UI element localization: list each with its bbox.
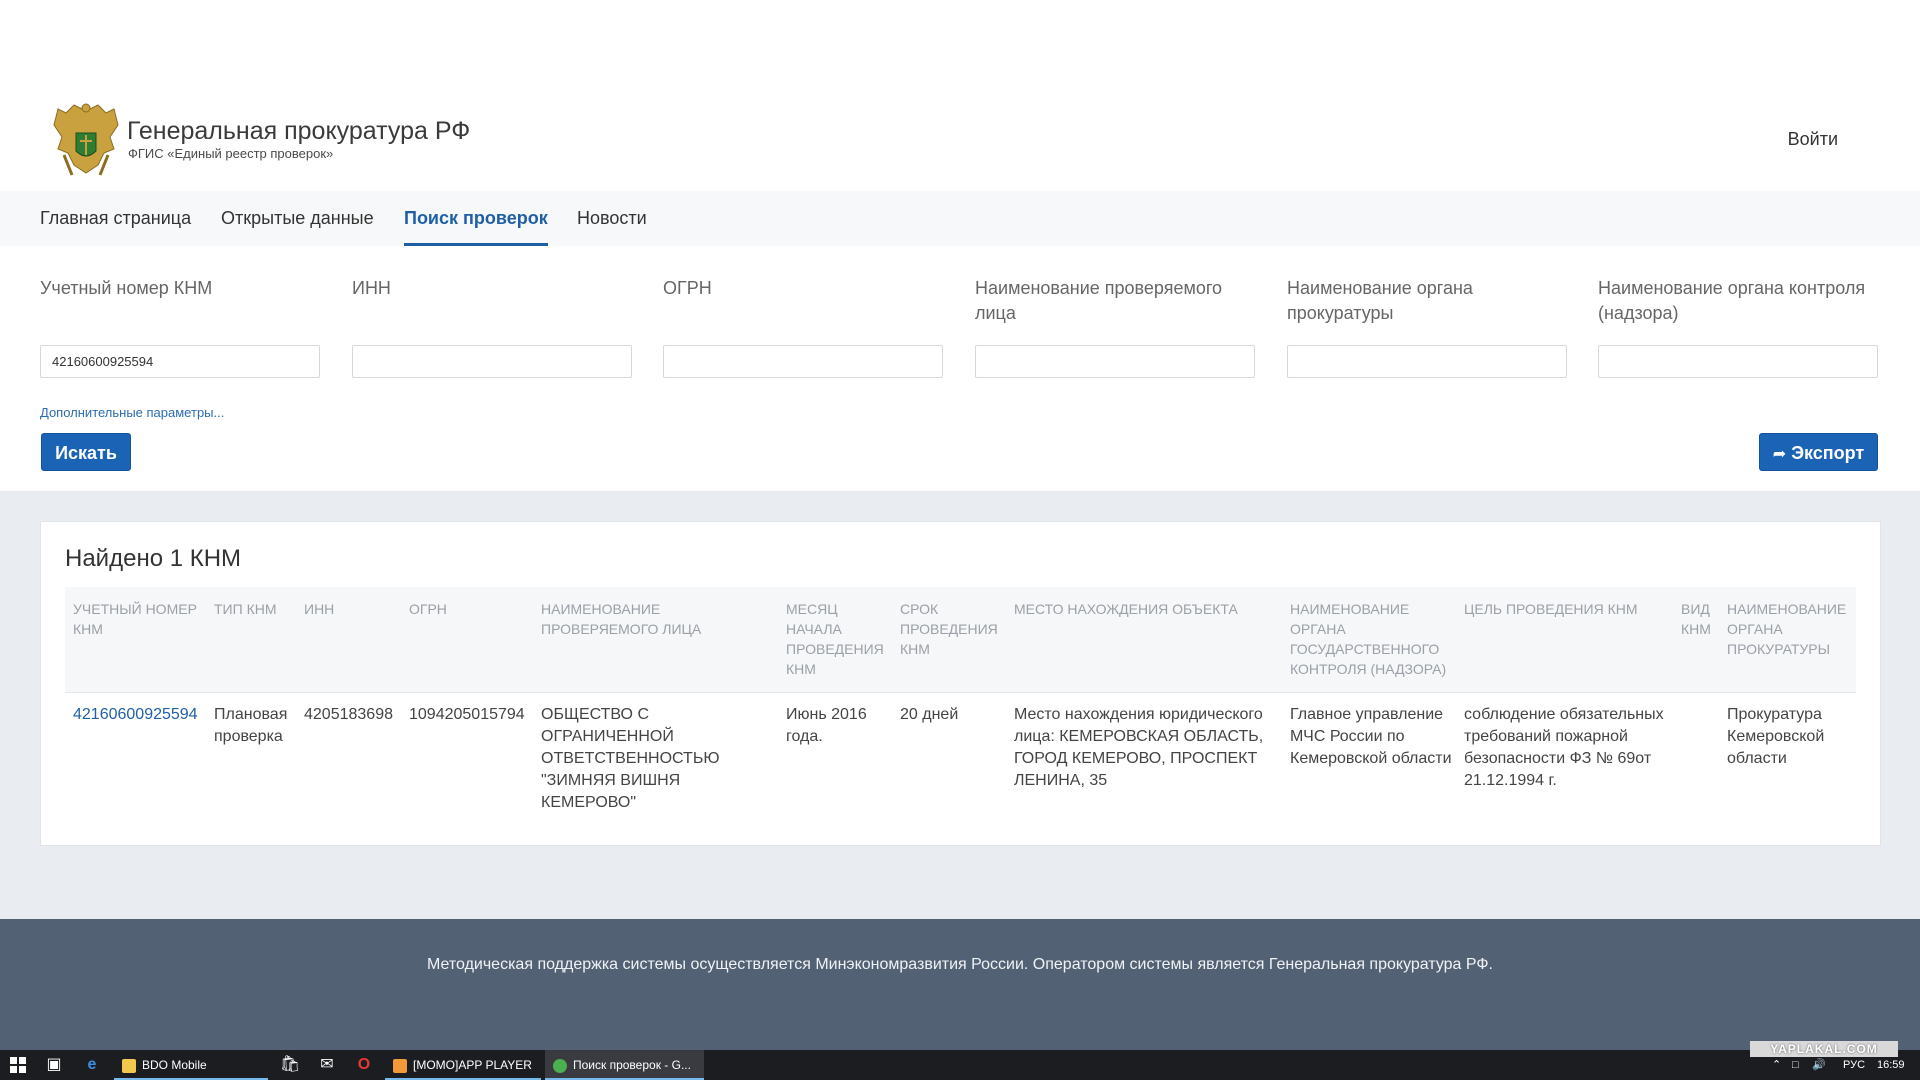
- column-header[interactable]: Цель проведения КНМ: [1464, 599, 1674, 619]
- filter-label-prosecutor-office: Наименование органа прокуратуры: [1287, 278, 1473, 323]
- table-cell: 4205183698: [304, 706, 393, 723]
- filter-label-knm-number: Учетный номер КНМ: [40, 278, 213, 298]
- column-header[interactable]: Место нахождения объекта: [1014, 599, 1274, 619]
- column-header[interactable]: ОГРН: [409, 599, 529, 619]
- column-header[interactable]: Наименование проверяемого лица: [541, 599, 741, 639]
- column-header[interactable]: Месяц начала проведения КНМ: [786, 599, 891, 679]
- site-header: Генеральная прокуратура РФ ФГИС «Единый …: [0, 0, 1920, 191]
- taskbar-task-label: [MOMO]APP PLAYER: [413, 1058, 532, 1072]
- results-count: Найдено 1 КНМ: [65, 545, 242, 572]
- table-cell: Прокуратура Кемеровской области: [1727, 706, 1825, 767]
- brand-subtitle: ФГИС «Единый реестр проверок»: [128, 146, 334, 161]
- extra-params-link[interactable]: Дополнительные параметры...: [40, 405, 224, 420]
- nav-item-open-data[interactable]: Открытые данные: [221, 191, 374, 246]
- column-header[interactable]: Тип КНМ: [214, 599, 294, 619]
- table-cell: Место нахождения юридического лица: КЕМЕ…: [1014, 706, 1264, 789]
- nav-item-home[interactable]: Главная страница: [40, 191, 191, 246]
- entity-name-input[interactable]: [975, 345, 1255, 378]
- table-cell: ОБЩЕСТВО С ОГРАНИЧЕННОЙ ОТВЕТСТВЕННОСТЬЮ…: [541, 706, 720, 811]
- knm-number-link[interactable]: 42160600925594: [73, 704, 203, 726]
- watermark-text: YAPLAKAL.COM: [1750, 1041, 1898, 1057]
- column-header[interactable]: Наименование органа государственного кон…: [1290, 599, 1455, 679]
- login-link[interactable]: Войти: [1788, 129, 1838, 150]
- taskbar-task-chrome[interactable]: Поиск проверок - G...: [545, 1050, 704, 1080]
- inn-input[interactable]: [352, 345, 632, 378]
- filter-label-control-authority: Наименование органа контроля (надзора): [1598, 278, 1866, 323]
- store-icon[interactable]: 🛍: [272, 1050, 308, 1080]
- column-header[interactable]: ИНН: [304, 599, 394, 619]
- mail-icon[interactable]: ✉: [309, 1050, 345, 1080]
- column-header[interactable]: Вид КНМ: [1681, 599, 1721, 639]
- column-header[interactable]: Учетный номер КНМ: [73, 599, 203, 639]
- taskbar-task-bdo[interactable]: BDO Mobile: [114, 1050, 268, 1080]
- table-cell: 20 дней: [900, 706, 959, 723]
- control-authority-input[interactable]: [1598, 345, 1878, 378]
- taskbar-task-momo[interactable]: [MOMO]APP PLAYER: [385, 1050, 541, 1080]
- emblem-logo-icon[interactable]: [52, 103, 120, 178]
- os-taskbar: ▣ e BDO Mobile 🛍 ✉ O [MOMO]APP PLAYER По…: [0, 1050, 1920, 1080]
- table-cell: Июнь 2016 года.: [786, 706, 867, 745]
- app-player-icon: [393, 1058, 407, 1073]
- footer-text: Методическая поддержка системы осуществл…: [427, 956, 1493, 973]
- column-header[interactable]: Срок проведения КНМ: [900, 599, 1005, 659]
- export-button-label: Экспорт: [1791, 443, 1865, 463]
- chrome-icon: [553, 1058, 567, 1073]
- table-cell: соблюдение обязательных требований пожар…: [1464, 706, 1664, 789]
- windows-start-icon[interactable]: [0, 1050, 36, 1080]
- taskbar-task-label: BDO Mobile: [142, 1058, 207, 1072]
- search-button[interactable]: Искать: [41, 433, 131, 471]
- export-button[interactable]: ➦ Экспорт: [1759, 433, 1878, 471]
- prosecutor-office-input[interactable]: [1287, 345, 1567, 378]
- brand-title[interactable]: Генеральная прокуратура РФ: [127, 117, 470, 146]
- site-footer: [0, 919, 1920, 1050]
- opera-icon[interactable]: O: [346, 1050, 382, 1080]
- main-nav: Главная страница Открытые данные Поиск п…: [0, 191, 1920, 246]
- table-cell: Главное управление МЧС России по Кемеров…: [1290, 706, 1452, 767]
- nav-item-search[interactable]: Поиск проверок: [404, 191, 548, 246]
- knm-number-input[interactable]: [40, 345, 320, 378]
- filter-label-entity-name: Наименование проверяемого лица: [975, 278, 1223, 323]
- ogrn-input[interactable]: [663, 345, 943, 378]
- taskbar-task-label: Поиск проверок - G...: [573, 1058, 691, 1072]
- edge-browser-icon[interactable]: e: [74, 1050, 110, 1080]
- table-cell: 1094205015794: [409, 706, 525, 723]
- column-header[interactable]: Наименование органа прокуратуры: [1727, 599, 1857, 659]
- table-cell: Плановая проверка: [214, 706, 288, 745]
- filter-label-inn: ИНН: [352, 278, 391, 298]
- share-arrow-icon: ➦: [1772, 446, 1787, 463]
- filter-label-ogrn: ОГРН: [663, 278, 712, 298]
- nav-item-news[interactable]: Новости: [577, 191, 647, 246]
- folder-icon: [122, 1058, 136, 1073]
- task-view-icon[interactable]: ▣: [36, 1050, 72, 1080]
